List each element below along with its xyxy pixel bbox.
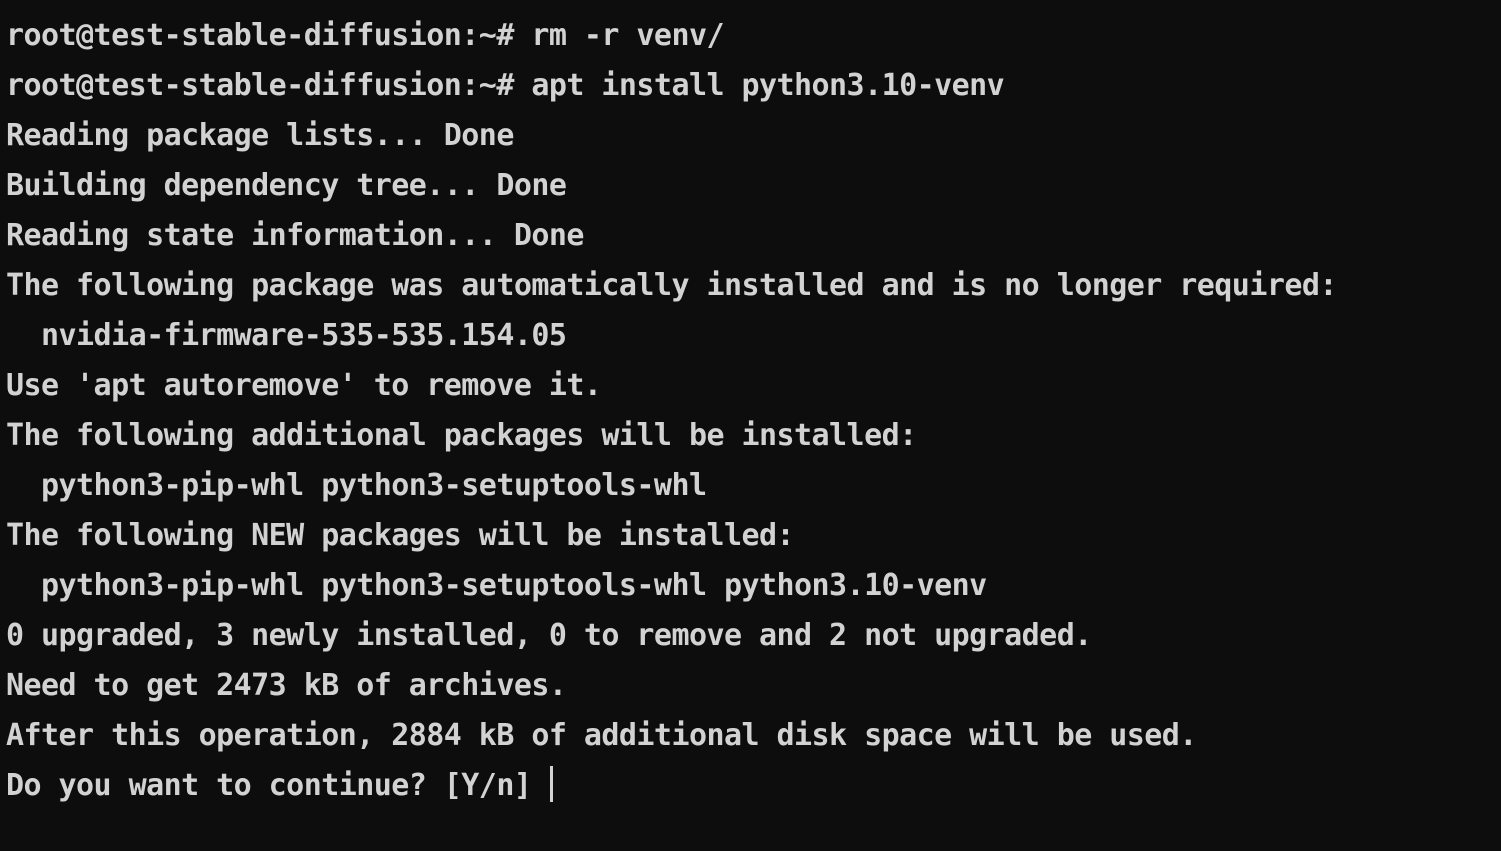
terminal-line: After this operation, 2884 kB of additio… (6, 718, 1197, 753)
terminal-line: Need to get 2473 kB of archives. (6, 668, 567, 703)
terminal-line: The following NEW packages will be insta… (6, 518, 795, 553)
terminal-line: Use 'apt autoremove' to remove it. (6, 368, 602, 403)
confirmation-prompt-text: Do you want to continue? [Y/n] (6, 768, 549, 803)
terminal-line: Building dependency tree... Done (6, 168, 567, 203)
terminal-line: Reading state information... Done (6, 218, 584, 253)
terminal-line: root@test-stable-diffusion:~# apt instal… (6, 68, 1005, 103)
terminal-prompt-line[interactable]: Do you want to continue? [Y/n] (6, 761, 1501, 811)
terminal-line: nvidia-firmware-535-535.154.05 (6, 318, 567, 353)
terminal-line: Reading package lists... Done (6, 118, 514, 153)
terminal-line: python3-pip-whl python3-setuptools-whl p… (6, 568, 987, 603)
terminal-line: The following package was automatically … (6, 268, 1337, 303)
terminal-window[interactable]: root@test-stable-diffusion:~# rm -r venv… (0, 0, 1501, 851)
terminal-line: root@test-stable-diffusion:~# rm -r venv… (6, 18, 725, 53)
terminal-line: 0 upgraded, 3 newly installed, 0 to remo… (6, 618, 1092, 653)
terminal-line: python3-pip-whl python3-setuptools-whl (6, 468, 707, 503)
text-cursor (549, 766, 553, 802)
terminal-line: The following additional packages will b… (6, 418, 917, 453)
